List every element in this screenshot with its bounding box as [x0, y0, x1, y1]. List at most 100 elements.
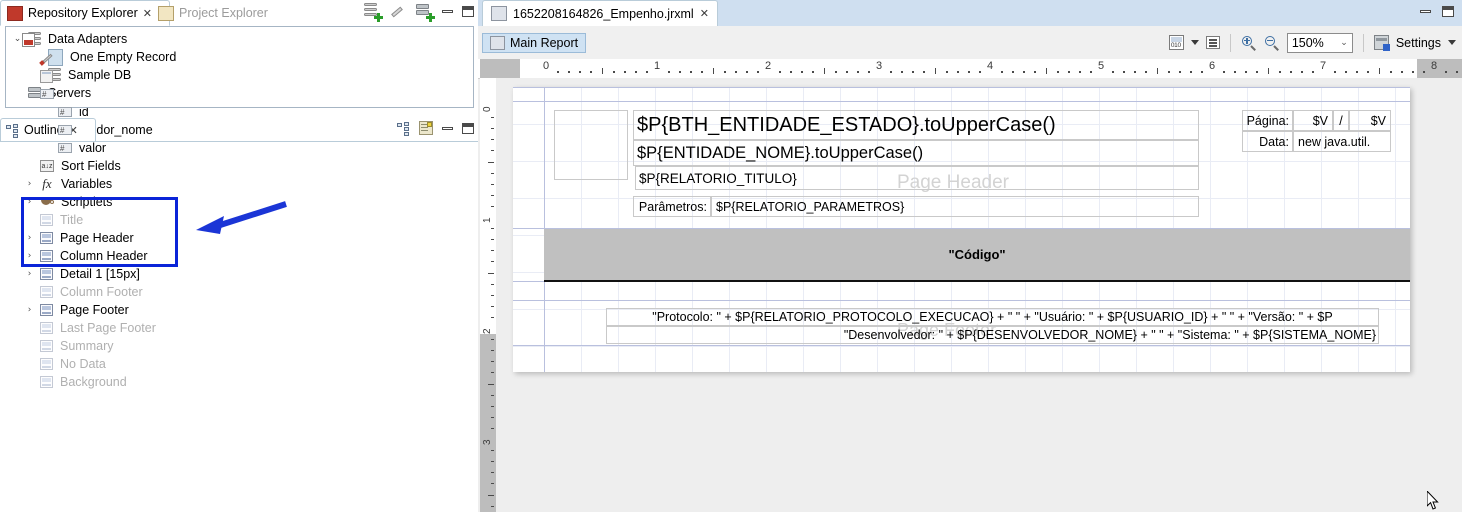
ruler-tick [568, 71, 571, 73]
report-element-parametros-label[interactable]: Parâmetros: [633, 196, 711, 217]
report-page[interactable]: Page Header $P{BTH_ENTIDADE_ESTADO}.toUp… [513, 87, 1410, 372]
styles-icon [40, 52, 54, 65]
chevron-down-icon[interactable] [1190, 40, 1199, 45]
band-icon [40, 322, 53, 334]
tab-project-explorer-label: Project Explorer [179, 6, 268, 20]
report-element-logo-placeholder[interactable] [554, 110, 628, 180]
main-report-icon [490, 36, 505, 50]
minimize-icon[interactable] [442, 126, 453, 130]
ruler-tick [488, 161, 494, 163]
tree-item-data-adapters[interactable]: ⌄ Data Adapters [12, 30, 473, 48]
outline-item-page-footer[interactable]: › Page Footer [0, 301, 478, 319]
ruler-tick [491, 183, 494, 185]
ruler-tick [679, 71, 682, 73]
mouse-cursor [1427, 491, 1439, 510]
report-element-pagina-value-2[interactable]: $V [1349, 110, 1391, 131]
tree-item-servers[interactable]: Servers [12, 84, 473, 102]
ruler-tick [690, 71, 693, 73]
chevron-right-icon[interactable]: › [24, 301, 35, 319]
tab-outline[interactable]: Outline ✕ [0, 118, 96, 142]
chevron-right-icon[interactable]: › [24, 265, 35, 283]
outline-item-no-data[interactable]: No Data [0, 355, 478, 373]
new-server-icon[interactable] [416, 3, 435, 22]
ruler-tick [1278, 71, 1281, 73]
new-data-adapter-icon[interactable] [364, 3, 383, 22]
zoom-in-icon[interactable] [1241, 35, 1257, 51]
ruler-tick-label: 1 [482, 217, 493, 223]
chevron-down-icon[interactable] [1448, 40, 1456, 45]
maximize-icon[interactable] [462, 6, 474, 17]
report-element-entidade-nome[interactable]: $P{ENTIDADE_NOME}.toUpperCase() [633, 140, 1199, 166]
zoom-level-select[interactable]: 150% ⌄ [1286, 32, 1353, 53]
minimize-icon[interactable] [1420, 10, 1431, 13]
toolbar-separator [1229, 33, 1231, 52]
ruler-tick [491, 128, 494, 130]
tab-project-explorer[interactable]: Project Explorer [152, 0, 292, 26]
minimize-icon[interactable] [442, 10, 453, 13]
report-element-pagina-separator[interactable]: / [1333, 110, 1349, 131]
tree-item-label: One Empty Record [70, 50, 177, 64]
report-element-codigo-header[interactable]: "Código" [544, 229, 1410, 282]
tree-layout-icon[interactable] [397, 121, 410, 136]
tree-item-sample-db[interactable]: Sample DB [12, 66, 473, 84]
maximize-icon[interactable] [462, 122, 474, 134]
outline-item-column-footer[interactable]: Column Footer [0, 283, 478, 301]
connect-icon[interactable] [390, 3, 407, 20]
band-separator [513, 101, 1410, 102]
tab-main-report[interactable]: Main Report [482, 33, 587, 53]
outline-item-last-page-footer[interactable]: Last Page Footer [0, 319, 478, 337]
ruler-tick [1345, 71, 1348, 73]
report-element-footer-line-2[interactable]: "Desenvolvedor: " + $P{DESENVOLVEDOR_NOM… [606, 326, 1379, 344]
tree-item-one-empty-record[interactable]: One Empty Record [12, 48, 473, 66]
list-icon[interactable] [1205, 36, 1220, 49]
tab-jrxml-file[interactable]: 1652208164826_Empenho.jrxml ✕ [482, 0, 718, 26]
ruler-tick [491, 427, 494, 429]
close-icon[interactable]: ✕ [700, 7, 709, 20]
report-canvas-area[interactable]: Page Header $P{BTH_ENTIDADE_ESTADO}.toUp… [496, 78, 1462, 512]
ruler-tick [1289, 71, 1292, 73]
report-element-data-label[interactable]: Data: [1242, 131, 1293, 152]
dataset-icon[interactable]: 010 [1168, 35, 1184, 50]
ruler-tick [723, 71, 726, 73]
ruler-tick [923, 71, 926, 73]
toolbar-separator [1362, 33, 1364, 52]
outline-item-detail-1-15px[interactable]: › Detail 1 [15px] [0, 265, 478, 283]
outline-item-summary[interactable]: Summary [0, 337, 478, 355]
settings-icon[interactable] [1373, 35, 1390, 51]
tab-repository-explorer[interactable]: Repository Explorer ✕ [0, 0, 170, 26]
report-element-footer-line-1[interactable]: "Protocolo: " + $P{RELATORIO_PROTOCOLO_E… [606, 308, 1379, 326]
ruler-tick [491, 450, 494, 452]
outline-item-background[interactable]: Background [0, 373, 478, 391]
tab-main-report-label: Main Report [510, 36, 579, 50]
outline-item-label: Last Page Footer [60, 321, 156, 335]
ruler-tick [1311, 71, 1314, 73]
page-margin-guide [513, 87, 545, 372]
field-icon: # [58, 143, 72, 153]
ruler-tick [491, 194, 494, 196]
folder-icon [158, 5, 174, 21]
outline-divider [0, 141, 478, 142]
report-element-pagina-value-1[interactable]: $V [1293, 110, 1333, 131]
report-element-relatorio-titulo[interactable]: $P{RELATORIO_TITULO} [635, 166, 1199, 190]
ruler-tick [956, 71, 959, 73]
report-element-pagina-label[interactable]: Página: [1242, 110, 1293, 131]
outline-item-label: Column Footer [60, 285, 143, 299]
report-properties-icon[interactable] [419, 121, 433, 135]
outline-item-sort-fields[interactable]: a↓z Sort Fields [0, 157, 478, 175]
maximize-icon[interactable] [1442, 6, 1454, 17]
zoom-out-icon[interactable] [1264, 35, 1280, 51]
ruler-tick [590, 71, 593, 73]
report-element-parametros-value[interactable]: $P{RELATORIO_PARAMETROS} [711, 196, 1199, 217]
report-element-data-value[interactable]: new java.util. [1293, 131, 1391, 152]
outline-item-variables[interactable]: › fx Variables [0, 175, 478, 193]
horizontal-ruler: 0 1 2 3 4 5 6 7 8 [478, 59, 1462, 79]
chevron-right-icon[interactable]: › [24, 175, 35, 193]
chevron-down-icon[interactable]: ⌄ [1340, 38, 1348, 48]
report-element-entidade-estado[interactable]: $P{BTH_ENTIDADE_ESTADO}.toUpperCase() [633, 110, 1199, 140]
settings-label[interactable]: Settings [1396, 36, 1441, 50]
field-icon: # [58, 107, 72, 117]
ruler-tick [801, 71, 804, 73]
close-icon[interactable]: ✕ [143, 7, 152, 20]
ruler-tick [1067, 71, 1070, 73]
editor-toolbar: 010 150% ⌄ Settings [1168, 30, 1456, 55]
